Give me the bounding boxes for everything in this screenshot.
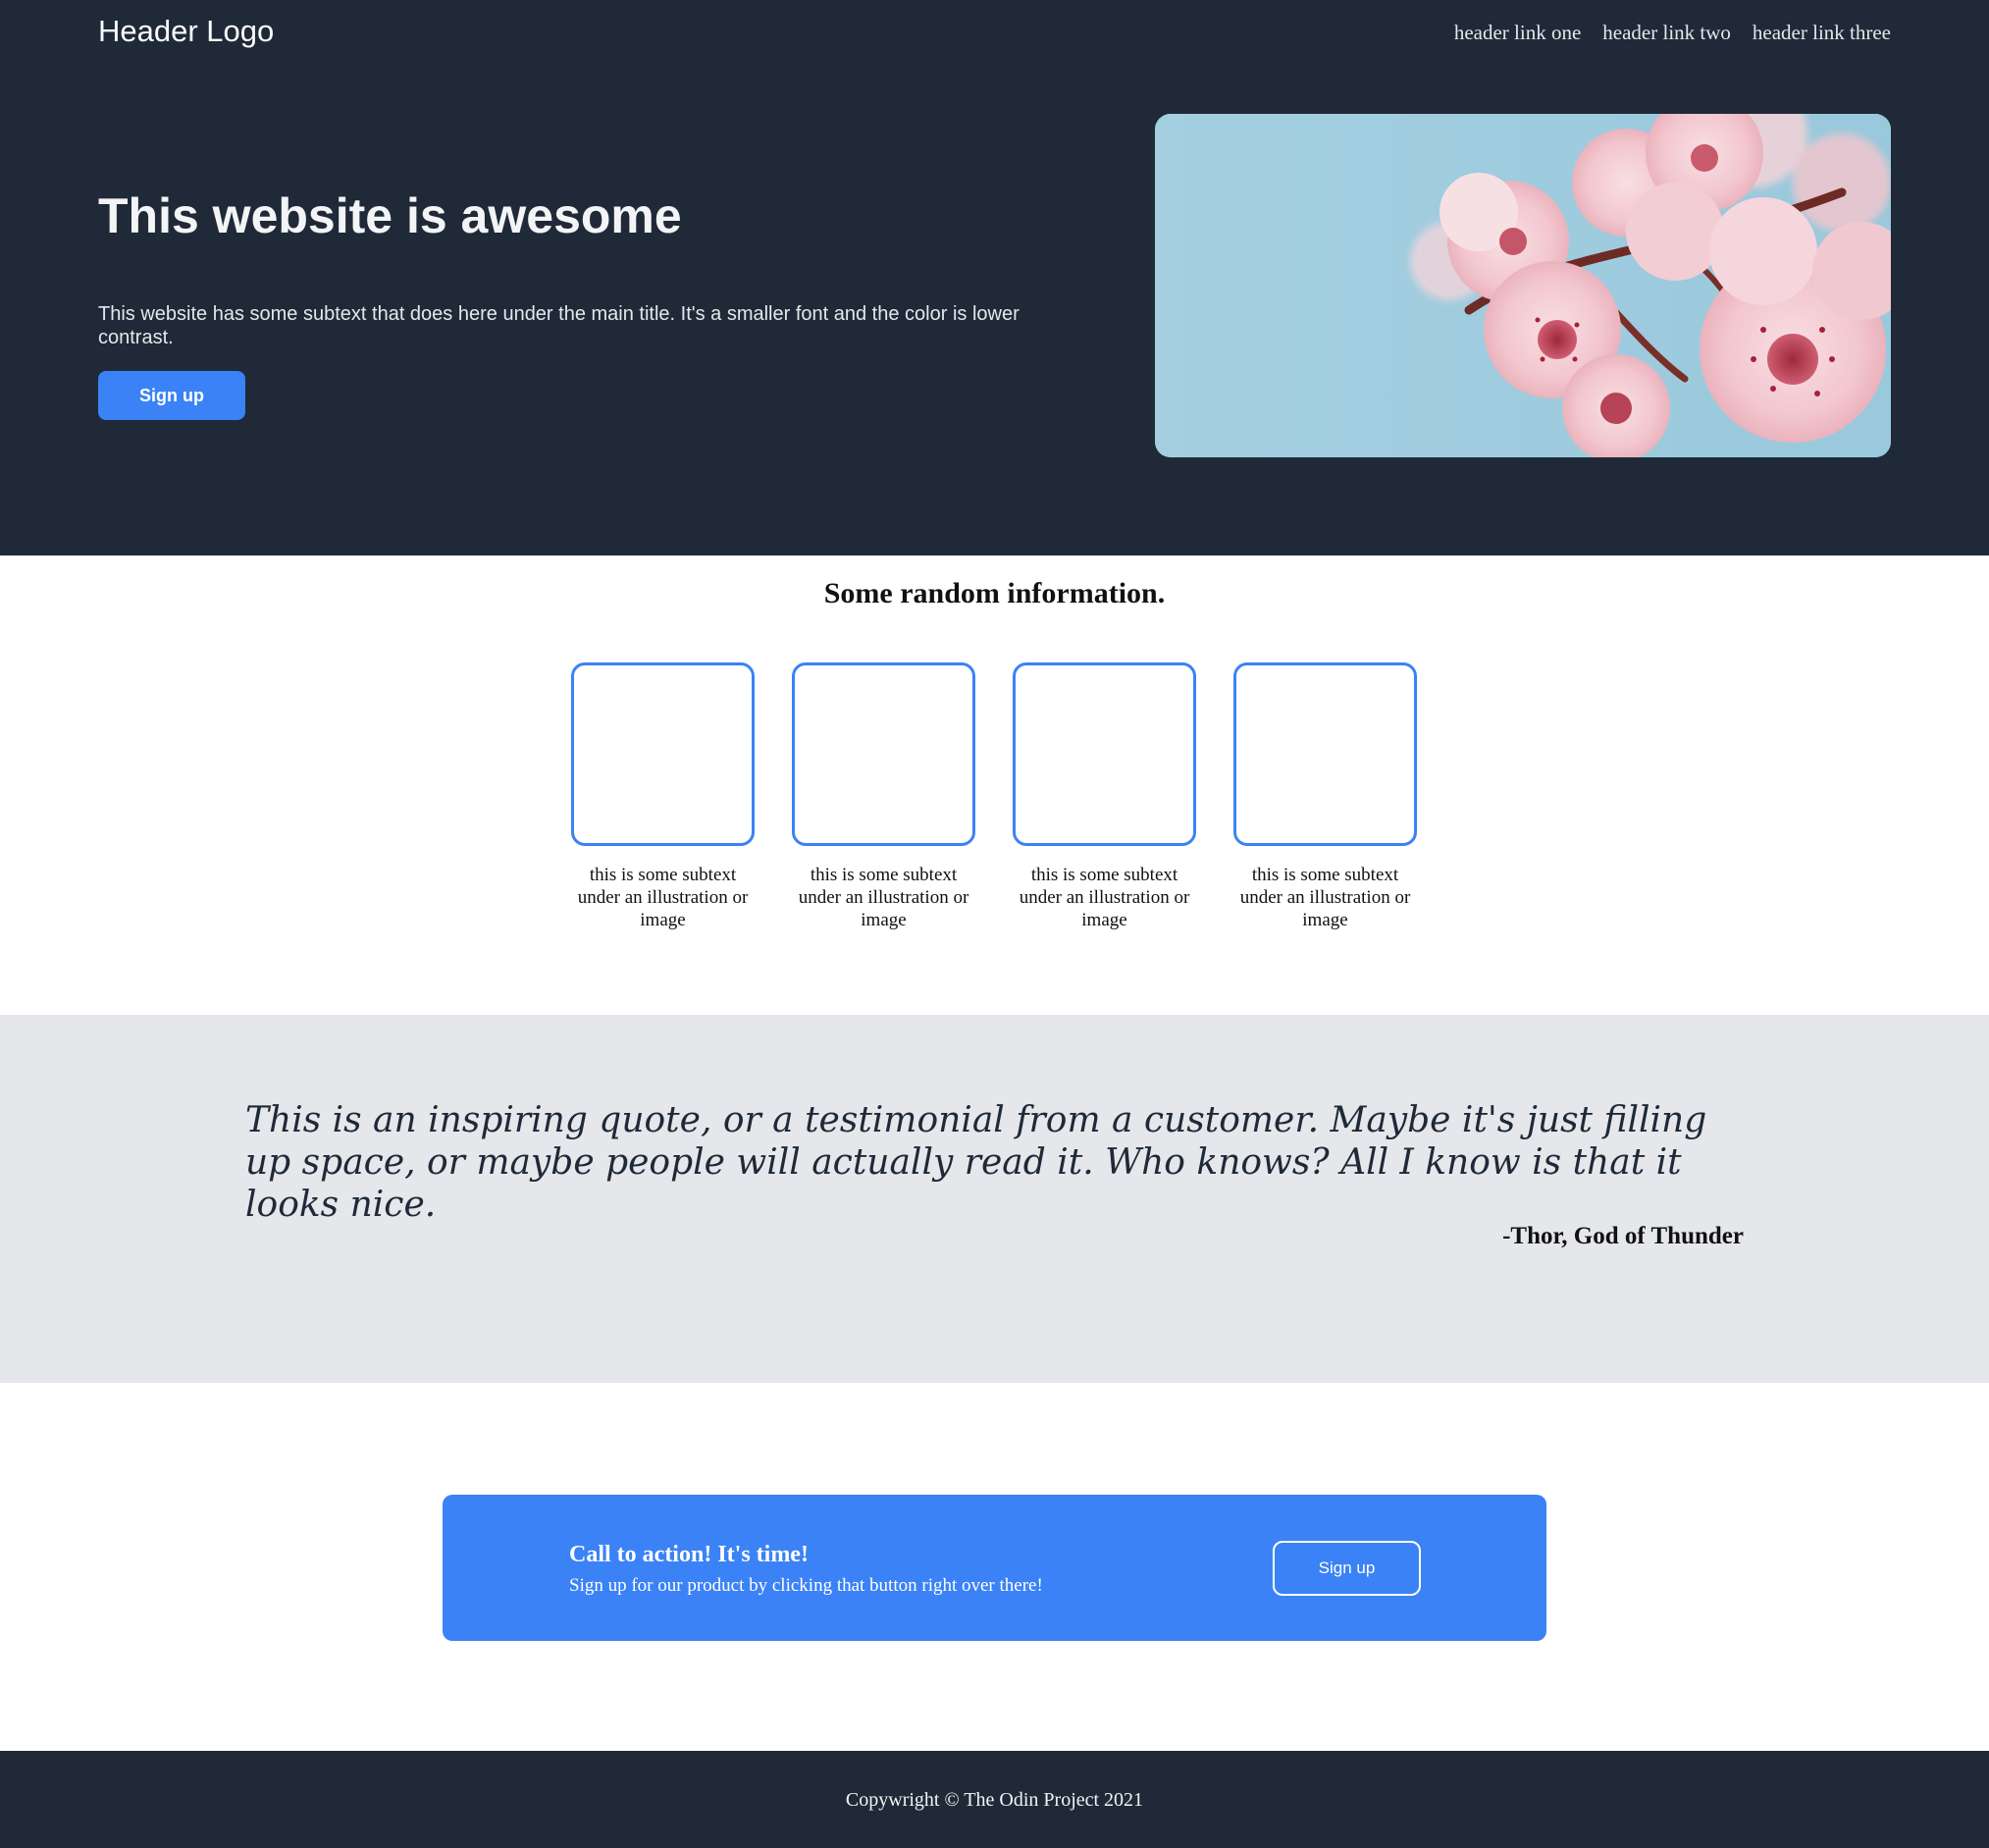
info-heading: Some random information.	[823, 577, 1166, 609]
illustration-placeholder	[1013, 662, 1196, 846]
info-card-subtext: this is some subtext under an illustrati…	[577, 865, 749, 930]
call-to-action-box: Call to action! It's time! Sign up for o…	[443, 1495, 1546, 1641]
quote-author: -Thor, God of Thunder	[1502, 1223, 1744, 1249]
footer: Copywright © The Odin Project 2021	[0, 1751, 1989, 1848]
illustration-placeholder	[1233, 662, 1417, 846]
info-card: this is some subtext under an illustrati…	[1233, 662, 1417, 931]
hero-image	[1155, 114, 1891, 457]
info-card-subtext: this is some subtext under an illustrati…	[798, 865, 969, 930]
info-card-subtext: this is some subtext under an illustrati…	[1239, 865, 1411, 930]
hero-title: This website is awesome	[98, 188, 682, 243]
info-card: this is some subtext under an illustrati…	[1013, 662, 1196, 931]
hero-signup-button[interactable]: Sign up	[98, 371, 245, 420]
cta-title: Call to action! It's time!	[569, 1542, 809, 1567]
testimonial-quote: This is an inspiring quote, or a testimo…	[245, 1100, 1707, 1225]
hero-section: Header Logo header link one header link …	[0, 0, 1989, 555]
header-link-two[interactable]: header link two	[1602, 21, 1731, 45]
header-link-one[interactable]: header link one	[1454, 21, 1581, 45]
illustration-placeholder	[571, 662, 755, 846]
cherry-blossom-photo-icon	[1155, 114, 1891, 457]
footer-copyright: Copywright © The Odin Project 2021	[845, 1789, 1144, 1811]
quote-section: This is an inspiring quote, or a testimo…	[0, 1015, 1989, 1383]
header-logo[interactable]: Header Logo	[98, 14, 274, 49]
cta-signup-button[interactable]: Sign up	[1273, 1541, 1421, 1596]
info-card: this is some subtext under an illustrati…	[571, 662, 755, 931]
header-nav: header link one header link two header l…	[1454, 21, 1891, 45]
hero-subtext: This website has some subtext that does …	[98, 303, 1020, 348]
illustration-placeholder	[792, 662, 975, 846]
info-card-subtext: this is some subtext under an illustrati…	[1019, 865, 1190, 930]
cta-subtext: Sign up for our product by clicking that…	[569, 1575, 1043, 1596]
info-card: this is some subtext under an illustrati…	[792, 662, 975, 931]
info-cards: this is some subtext under an illustrati…	[571, 662, 1419, 931]
header-link-three[interactable]: header link three	[1753, 21, 1891, 45]
